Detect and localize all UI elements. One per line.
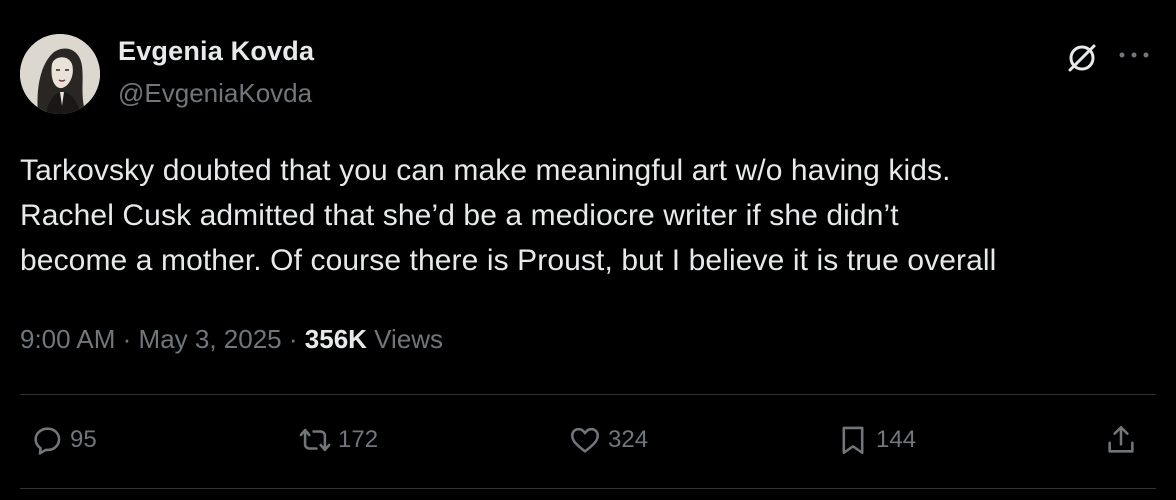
meta-separator: ·: [122, 324, 132, 354]
tweet-date[interactable]: May 3, 2025: [139, 324, 282, 354]
reply-button[interactable]: 95: [30, 420, 97, 460]
bookmark-icon: [842, 426, 864, 455]
views-count: 356K: [304, 324, 367, 354]
avatar-image: [20, 34, 100, 114]
repost-icon: [299, 428, 331, 452]
tweet-line: become a mother. Of course there is Prou…: [20, 244, 997, 277]
divider: [20, 394, 1156, 395]
more-icon[interactable]: [1114, 40, 1154, 70]
share-icon: [1108, 425, 1134, 453]
tweet-time[interactable]: 9:00 AM: [20, 324, 115, 354]
views-label: Views: [374, 324, 444, 354]
tweet-meta: 9:00 AM · May 3, 2025 · 356K Views: [20, 324, 443, 355]
tweet-line: Rachel Cusk admitted that she’d be a med…: [20, 199, 899, 232]
bookmark-button[interactable]: 144: [836, 420, 916, 460]
like-button[interactable]: 324: [568, 420, 648, 460]
author-name[interactable]: Evgenia Kovda: [118, 36, 314, 67]
repost-button[interactable]: 172: [298, 420, 378, 460]
divider: [20, 488, 1156, 489]
repost-count: 172: [338, 426, 379, 453]
like-icon: [570, 427, 600, 453]
reply-count: 95: [70, 426, 97, 453]
share-button[interactable]: [1104, 420, 1144, 460]
reply-icon: [34, 427, 61, 455]
meta-separator: ·: [288, 324, 298, 354]
like-count: 324: [608, 426, 649, 453]
tweet-text: Tarkovsky doubted that you can make mean…: [20, 148, 1160, 283]
avatar[interactable]: [20, 34, 100, 114]
author-handle[interactable]: @EvgeniaKovda: [118, 78, 312, 109]
tweet-line: Tarkovsky doubted that you can make mean…: [20, 154, 951, 187]
grok-icon[interactable]: [1064, 40, 1100, 76]
bookmark-count: 144: [876, 426, 917, 453]
